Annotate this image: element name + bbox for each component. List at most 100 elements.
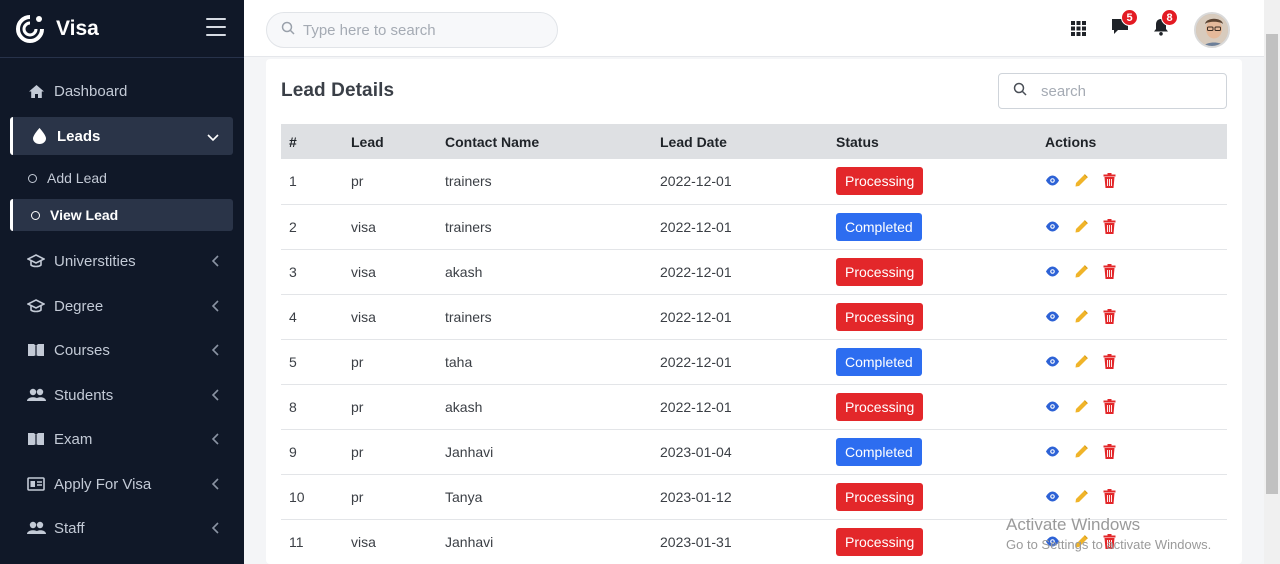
messages-badge: 5 (1121, 9, 1138, 26)
sidebar-item-courses[interactable]: Courses (10, 331, 233, 369)
view-icon[interactable] (1045, 175, 1060, 186)
view-icon[interactable] (1045, 311, 1060, 322)
sidebar-item-label: Exam (54, 430, 93, 448)
sidebar-item-exam[interactable]: Exam (10, 420, 233, 458)
cell-lead: pr (351, 173, 364, 190)
edit-icon[interactable] (1074, 173, 1089, 188)
delete-icon[interactable] (1103, 398, 1116, 414)
status-badge: Processing (836, 302, 924, 331)
cell-status: Processing (828, 294, 1037, 339)
sidebar-item-staff[interactable]: Staff (10, 509, 233, 547)
cell-lead: pr (351, 488, 364, 505)
book-icon (26, 343, 46, 357)
chevron-left-icon (211, 432, 219, 449)
sidebar-item-label: View Lead (50, 207, 119, 223)
cell-number: 3 (289, 263, 297, 280)
view-icon[interactable] (1045, 491, 1060, 502)
cell-status: Processing (828, 384, 1037, 429)
table-row: 1 pr trainers 2022-12-01 Processing (281, 159, 1227, 204)
chevron-left-icon (211, 388, 219, 405)
view-icon[interactable] (1045, 401, 1060, 412)
sidebar-item-universities[interactable]: Universtities (10, 242, 233, 280)
cell-lead-date: 2022-12-01 (660, 218, 732, 235)
sidebar: Visa Dashboard Leads Add Lead View Lead … (0, 0, 244, 564)
cell-lead-date: 2022-12-01 (660, 398, 732, 415)
delete-icon[interactable] (1103, 263, 1116, 279)
delete-icon[interactable] (1103, 488, 1116, 504)
edit-icon[interactable] (1074, 489, 1089, 504)
sidebar-item-dashboard[interactable]: Dashboard (10, 72, 233, 110)
sidebar-item-degree[interactable]: Degree (10, 287, 233, 325)
cell-contact-name: trainers (445, 173, 492, 190)
delete-icon[interactable] (1103, 308, 1116, 324)
table-search-box[interactable] (998, 73, 1227, 109)
menu-toggle-icon[interactable] (206, 18, 226, 36)
notifications-button[interactable]: 8 (1153, 9, 1178, 41)
view-icon[interactable] (1045, 356, 1060, 367)
home-icon (26, 84, 46, 99)
delete-icon[interactable] (1103, 218, 1116, 234)
search-icon (1013, 82, 1027, 101)
cell-contact-name: Janhavi (445, 443, 494, 460)
status-badge: Completed (836, 437, 922, 466)
edit-icon[interactable] (1074, 309, 1089, 324)
chevron-left-icon (211, 299, 219, 316)
view-icon[interactable] (1045, 266, 1060, 277)
column-header-status: Status (836, 133, 879, 150)
cell-lead-date: 2022-12-01 (660, 263, 732, 280)
column-header-number: # (289, 133, 297, 150)
chevron-down-icon (207, 129, 219, 146)
edit-icon[interactable] (1074, 354, 1089, 369)
table-row: 9 pr Janhavi 2023-01-04 Completed (281, 429, 1227, 474)
cell-contact-name: Tanya (445, 488, 483, 505)
status-badge: Processing (836, 167, 924, 196)
messages-button[interactable]: 5 (1111, 9, 1138, 41)
sidebar-item-label: Add Lead (47, 170, 107, 186)
delete-icon[interactable] (1103, 353, 1116, 369)
cell-lead-date: 2023-01-04 (660, 443, 732, 460)
apps-grid-icon[interactable] (1071, 21, 1086, 41)
sidebar-item-label: Apply For Visa (54, 475, 152, 493)
cell-lead-date: 2022-12-01 (660, 353, 732, 370)
table-search-input[interactable] (1041, 82, 1211, 100)
circle-icon (28, 173, 37, 183)
notifications-badge: 8 (1161, 9, 1178, 26)
view-icon[interactable] (1045, 446, 1060, 457)
cell-lead: pr (351, 398, 364, 415)
sidebar-item-label: Students (54, 386, 114, 404)
sidebar-item-leads[interactable]: Leads (10, 117, 233, 155)
edit-icon[interactable] (1074, 264, 1089, 279)
cell-contact-name: trainers (445, 308, 492, 325)
delete-icon[interactable] (1103, 173, 1116, 189)
status-badge: Completed (836, 212, 922, 241)
table-row: 5 pr taha 2022-12-01 Completed (281, 339, 1227, 384)
cell-actions (1037, 204, 1227, 249)
table-row: 3 visa akash 2022-12-01 Processing (281, 249, 1227, 294)
status-badge: Completed (836, 347, 922, 376)
brand-name: Visa (56, 16, 99, 40)
table-row: 8 pr akash 2022-12-01 Processing (281, 384, 1227, 429)
view-icon[interactable] (1045, 221, 1060, 232)
sidebar-item-view-lead[interactable]: View Lead (10, 199, 233, 231)
cell-number: 9 (289, 443, 297, 460)
delete-icon[interactable] (1103, 443, 1116, 459)
edit-icon[interactable] (1074, 399, 1089, 414)
avatar[interactable] (1194, 12, 1230, 48)
scrollbar-thumb[interactable] (1266, 34, 1278, 494)
edit-icon[interactable] (1074, 444, 1089, 459)
cell-number: 10 (289, 488, 305, 505)
sidebar-item-add-lead[interactable]: Add Lead (10, 162, 233, 194)
top-search-box[interactable] (266, 12, 558, 48)
status-badge: Processing (836, 527, 924, 556)
sidebar-item-students[interactable]: Students (10, 376, 233, 414)
status-badge: Processing (836, 392, 924, 421)
edit-icon[interactable] (1074, 219, 1089, 234)
chevron-left-icon (211, 477, 219, 494)
table-row: 10 pr Tanya 2023-01-12 Processing (281, 474, 1227, 519)
cell-status: Completed (828, 339, 1037, 384)
sidebar-item-apply-for-visa[interactable]: Apply For Visa (10, 465, 233, 503)
column-header-lead: Lead (351, 133, 384, 150)
cell-actions (1037, 249, 1227, 294)
page-scrollbar[interactable] (1264, 0, 1280, 564)
top-search-input[interactable] (303, 21, 543, 39)
